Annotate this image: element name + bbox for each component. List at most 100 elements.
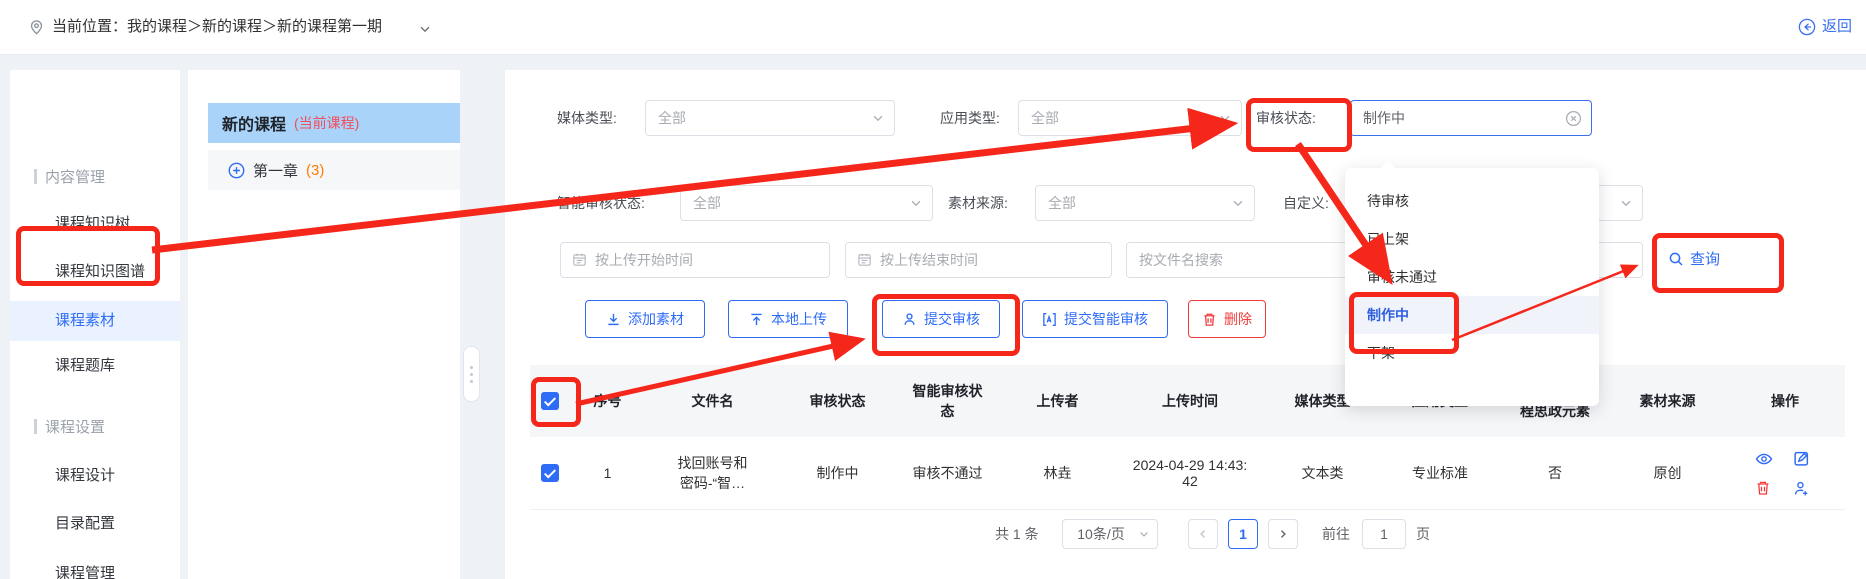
media-type-select[interactable]: 全部 [645, 100, 895, 136]
dropdown-option-in-production[interactable]: 制作中 [1345, 296, 1599, 334]
col-file-name[interactable]: 文件名 [645, 365, 780, 437]
delete-button[interactable]: 删除 [1188, 300, 1266, 338]
search-label: 查询 [1690, 251, 1721, 268]
chevron-down-icon [1218, 111, 1232, 125]
submit-audit-button[interactable]: 提交审核 [882, 300, 1000, 338]
back-arrow-icon [1798, 18, 1816, 36]
app-type-label: 应用类型: [940, 110, 1000, 126]
current-page-button[interactable]: 1 [1228, 519, 1258, 549]
app-type-value: 全部 [1031, 110, 1059, 126]
prev-page-button[interactable] [1188, 519, 1218, 549]
cell-smart-audit-status: 审核不通过 [912, 465, 983, 481]
upload-end-time-input[interactable] [845, 242, 1112, 278]
edit-icon[interactable] [1793, 450, 1815, 468]
current-course-header[interactable]: 新的课程 (当前课程) [208, 103, 460, 143]
course-tree-panel [188, 70, 460, 579]
ai-icon [1042, 312, 1057, 327]
assign-person-icon[interactable] [1793, 480, 1815, 497]
sidebar-item-course-design[interactable]: 课程设计 [10, 456, 180, 496]
col-upload-time[interactable]: 上传时间 [1115, 365, 1265, 437]
col-index[interactable]: 序号 [570, 365, 645, 437]
audit-status-select[interactable]: 制作中 [1350, 100, 1592, 136]
cell-index: 1 [603, 465, 612, 481]
local-upload-label: 本地上传 [771, 311, 827, 327]
sidebar-item-knowledge-tree[interactable]: 课程知识树 [10, 204, 180, 244]
section-title: 课程设置 [45, 419, 106, 436]
sidebar-section-content: 内容管理 [34, 166, 105, 187]
upload-icon [749, 312, 764, 327]
row-select-cell [530, 437, 570, 509]
sidebar-item-course-management[interactable]: 课程管理 [10, 554, 180, 579]
chapter-node[interactable]: 第一章 (3) [208, 150, 460, 190]
page-unit-label: 页 [1416, 526, 1430, 542]
custom-filter-label: 自定义: [1283, 195, 1329, 211]
calendar-icon [857, 252, 872, 267]
col-audit-status[interactable]: 审核状态 [780, 365, 895, 437]
dropdown-option-offline[interactable]: 下架 [1345, 334, 1599, 372]
media-type-value: 全部 [658, 110, 686, 126]
goto-label: 前往 [1322, 526, 1350, 542]
sidebar-section-settings: 课程设置 [34, 416, 105, 437]
smart-audit-status-label: 智能审核状态: [557, 195, 645, 211]
dropdown-option-rejected[interactable]: 审核未通过 [1345, 258, 1599, 296]
app-type-select[interactable]: 全部 [1018, 100, 1242, 136]
dropdown-option-published[interactable]: 已上架 [1345, 220, 1599, 258]
search-button[interactable]: 查询 [1668, 248, 1720, 269]
panel-collapse-handle[interactable] [463, 346, 480, 402]
current-course-tag: (当前课程) [294, 115, 360, 131]
col-material-source[interactable]: 素材来源 [1610, 365, 1725, 437]
pagination: 共 1 条 10条/页 1 前往 页 [0, 518, 1866, 550]
col-uploader[interactable]: 上传者 [1000, 365, 1115, 437]
view-icon[interactable] [1755, 450, 1777, 468]
chevron-down-icon [1138, 528, 1150, 540]
cell-audit-status: 制作中 [816, 465, 859, 481]
total-count: 共 1 条 [995, 526, 1039, 542]
breadcrumb-path[interactable]: 我的课程＞新的课程＞新的课程第一期 [127, 18, 382, 35]
table-header: 序号 文件名 审核状态 智能审核状 态 上传者 上传时间 媒体类型 应用类型 课… [530, 365, 1845, 437]
next-page-button[interactable] [1268, 519, 1298, 549]
cell-app-type: 专业标准 [1412, 465, 1468, 481]
row-checkbox[interactable] [541, 464, 559, 482]
sidebar-item-question-bank[interactable]: 课程题库 [10, 346, 180, 386]
sidebar-item-knowledge-graph[interactable]: 课程知识图谱 [10, 252, 180, 292]
upload-start-time-input[interactable] [560, 242, 830, 278]
clear-circle-icon[interactable] [1565, 110, 1582, 127]
goto-page-input[interactable] [1362, 519, 1406, 549]
breadcrumb-chevron-down-icon[interactable] [418, 22, 432, 36]
location-pin-icon [28, 19, 45, 36]
cell-material-source: 原创 [1653, 465, 1682, 481]
back-button[interactable]: 返回 [1798, 0, 1852, 54]
sidebar-item-course-material[interactable]: 课程素材 [10, 301, 180, 341]
add-material-button[interactable]: 添加素材 [585, 300, 705, 338]
material-source-value: 全部 [1048, 195, 1076, 211]
trash-icon[interactable] [1755, 480, 1777, 497]
select-all-checkbox[interactable] [541, 392, 559, 410]
chevron-down-icon [871, 111, 885, 125]
material-source-select[interactable]: 全部 [1035, 185, 1255, 221]
expand-plus-icon[interactable] [228, 162, 245, 179]
chapter-label: 第一章 [253, 162, 299, 180]
dropdown-option-pending[interactable]: 待审核 [1345, 182, 1599, 220]
filename-search-input[interactable] [1126, 242, 1350, 278]
person-icon [902, 312, 917, 327]
course-title: 新的课程 [222, 117, 287, 134]
breadcrumb: 当前位置：我的课程＞新的课程＞新的课程第一期 [52, 0, 382, 54]
select-all-cell [530, 365, 570, 437]
cell-file-name[interactable]: 找回账号和 密码-“智… [645, 437, 780, 509]
cell-media-type: 文本类 [1301, 465, 1344, 481]
smart-audit-status-select[interactable]: 全部 [680, 185, 933, 221]
sidebar: 内容管理 课程知识树 课程知识图谱 课程素材 课程题库 课程设置 课程设计 目录… [10, 70, 180, 579]
col-smart-audit-status[interactable]: 智能审核状 态 [895, 365, 1000, 437]
page-size-select[interactable]: 10条/页 [1062, 519, 1158, 549]
local-upload-button[interactable]: 本地上传 [728, 300, 848, 338]
chapter-count: (3) [306, 161, 325, 179]
download-icon [606, 312, 621, 327]
table-row[interactable]: 1 找回账号和 密码-“智… 制作中 审核不通过 林垚 2024-04-29 1… [530, 437, 1845, 510]
course-material-page: 当前位置：我的课程＞新的课程＞新的课程第一期 返回 内容管理 课程知识树 课程知… [0, 0, 1866, 579]
breadcrumb-prefix: 当前位置： [52, 18, 128, 35]
submit-smart-audit-button[interactable]: 提交智能审核 [1022, 300, 1168, 338]
section-bar [34, 169, 37, 184]
smart-audit-status-value: 全部 [693, 195, 721, 211]
cell-uploader: 林垚 [1043, 465, 1072, 481]
audit-status-label: 审核状态: [1256, 110, 1316, 126]
